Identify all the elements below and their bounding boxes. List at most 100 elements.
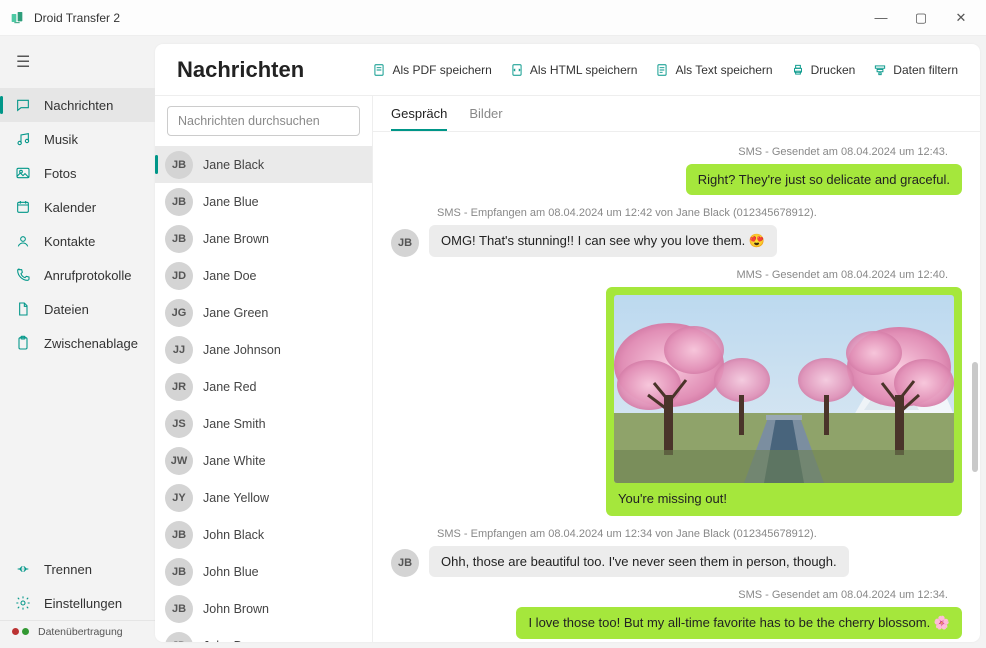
avatar: JB: [165, 521, 193, 549]
tab-conversation[interactable]: Gespräch: [391, 106, 447, 131]
contact-item[interactable]: JB Jane Black: [155, 146, 372, 183]
sidebar-item-calendar[interactable]: Kalender: [0, 190, 155, 224]
filter-button[interactable]: Daten filtern: [873, 63, 958, 77]
sidebar-item-photos[interactable]: Fotos: [0, 156, 155, 190]
sidebar-item-label: Kontakte: [44, 234, 95, 249]
sidebar-item-files[interactable]: Dateien: [0, 292, 155, 326]
contact-item[interactable]: JB John Black: [155, 516, 372, 553]
chat-tabs: Gespräch Bilder: [373, 96, 980, 132]
contact-pane: JB Jane Black JB Jane Blue JBJane Brown JD Jan…: [155, 96, 373, 642]
avatar: JB: [391, 229, 419, 257]
app-icon: [8, 9, 26, 27]
sidebar-item-clipboard[interactable]: Zwischenablage: [0, 326, 155, 360]
statusbar: Datenübertragung: [0, 620, 155, 642]
contact-item[interactable]: JDJohn Doe: [155, 627, 372, 642]
sidebar-item-label: Musik: [44, 132, 78, 147]
files-icon: [14, 300, 32, 318]
messages-scroll[interactable]: SMS - Gesendet am 08.04.2024 um 12:43. R…: [373, 132, 980, 642]
avatar: JB: [165, 151, 193, 179]
avatar: JB: [165, 188, 193, 216]
avatar: JG: [165, 299, 193, 327]
received-bubble: Ohh, those are beautiful too. I've never…: [429, 546, 849, 577]
scrollbar-icon[interactable]: [972, 362, 978, 472]
contact-name: John Black: [203, 528, 264, 542]
page-title: Nachrichten: [177, 57, 304, 83]
contact-name: Jane Doe: [203, 269, 257, 283]
contact-name: Jane Red: [203, 380, 257, 394]
window-controls: — ▢ ✕: [872, 10, 978, 26]
avatar: JR: [165, 373, 193, 401]
disconnect-icon: [14, 560, 32, 578]
sidebar-item-label: Fotos: [44, 166, 77, 181]
message-meta: SMS - Empfangen am 08.04.2024 um 12:34 v…: [391, 528, 962, 540]
contact-name: John Doe: [203, 639, 257, 643]
status-dot-green: [22, 628, 29, 635]
content-header: Nachrichten Als PDF speichern Als HTML s…: [155, 44, 980, 96]
contact-name: Jane Green: [203, 306, 268, 320]
contact-item[interactable]: JBJohn Brown: [155, 590, 372, 627]
print-button[interactable]: Drucken: [791, 63, 856, 77]
minimize-button[interactable]: —: [872, 10, 890, 26]
tab-images[interactable]: Bilder: [469, 106, 502, 131]
calllogs-icon: [14, 266, 32, 284]
sidebar-item-label: Dateien: [44, 302, 89, 317]
mms-image[interactable]: [614, 295, 954, 483]
sidebar-item-contacts[interactable]: Kontakte: [0, 224, 155, 258]
save-pdf-button[interactable]: Als PDF speichern: [372, 63, 491, 77]
contact-name: Jane Black: [203, 158, 264, 172]
sidebar-item-label: Nachrichten: [44, 98, 113, 113]
hamburger-icon[interactable]: ☰: [0, 44, 155, 80]
contact-item[interactable]: JG Jane Green: [155, 294, 372, 331]
music-icon: [14, 130, 32, 148]
sidebar-item-settings[interactable]: Einstellungen: [0, 586, 155, 620]
messages-icon: [14, 96, 32, 114]
sidebar-item-label: Trennen: [44, 562, 92, 577]
avatar: JS: [165, 410, 193, 438]
close-button[interactable]: ✕: [952, 10, 970, 26]
app-title: Droid Transfer 2: [34, 11, 120, 25]
mms-bubble: You're missing out!: [606, 287, 962, 516]
avatar: JB: [391, 549, 419, 577]
status-text: Datenübertragung: [38, 626, 123, 638]
sidebar-item-music[interactable]: Musik: [0, 122, 155, 156]
contact-item[interactable]: JBJohn Blue: [155, 553, 372, 590]
titlebar: Droid Transfer 2 — ▢ ✕: [0, 0, 986, 36]
sidebar-item-disconnect[interactable]: Trennen: [0, 552, 155, 586]
save-text-button[interactable]: Als Text speichern: [655, 63, 772, 77]
sidebar: ☰ Nachrichten Musik Fotos Kalender Kontakte A…: [0, 36, 155, 648]
avatar: JB: [165, 225, 193, 253]
contact-item[interactable]: JR Jane Red: [155, 368, 372, 405]
message-meta: MMS - Gesendet am 08.04.2024 um 12:40.: [391, 269, 962, 281]
mms-caption: You're missing out!: [614, 489, 954, 508]
contact-name: John Blue: [203, 565, 259, 579]
message-meta: SMS - Gesendet am 08.04.2024 um 12:34.: [391, 589, 962, 601]
chat-pane: Gespräch Bilder SMS - Gesendet am 08.04.…: [373, 96, 980, 642]
sidebar-item-label: Anrufprotokolle: [44, 268, 131, 283]
contact-list[interactable]: JB Jane Black JB Jane Blue JBJane Brown JD Jan…: [155, 146, 372, 642]
contact-name: Jane Smith: [203, 417, 266, 431]
avatar: JW: [165, 447, 193, 475]
maximize-button[interactable]: ▢: [912, 10, 930, 26]
sidebar-item-calllogs[interactable]: Anrufprotokolle: [0, 258, 155, 292]
contact-name: John Brown: [203, 602, 269, 616]
contact-name: Jane Blue: [203, 195, 259, 209]
avatar: JJ: [165, 336, 193, 364]
search-input[interactable]: [167, 106, 360, 136]
save-html-button[interactable]: Als HTML speichern: [510, 63, 638, 77]
sidebar-item-messages[interactable]: Nachrichten: [0, 88, 155, 122]
message-meta: SMS - Gesendet am 08.04.2024 um 12:43.: [391, 146, 962, 158]
contact-item[interactable]: JBJane Brown: [155, 220, 372, 257]
calendar-icon: [14, 198, 32, 216]
contact-item[interactable]: JWJane White: [155, 442, 372, 479]
content-area: Nachrichten Als PDF speichern Als HTML s…: [155, 44, 980, 642]
contact-item[interactable]: JB Jane Blue: [155, 183, 372, 220]
contact-item[interactable]: JYJane Yellow: [155, 479, 372, 516]
contact-item[interactable]: JJJane Johnson: [155, 331, 372, 368]
contact-item[interactable]: JD Jane Doe: [155, 257, 372, 294]
received-bubble: OMG! That's stunning!! I can see why you…: [429, 225, 777, 257]
sidebar-item-label: Einstellungen: [44, 596, 122, 611]
status-dot-red: [12, 628, 19, 635]
avatar: JY: [165, 484, 193, 512]
contact-item[interactable]: JS Jane Smith: [155, 405, 372, 442]
avatar: JD: [165, 262, 193, 290]
